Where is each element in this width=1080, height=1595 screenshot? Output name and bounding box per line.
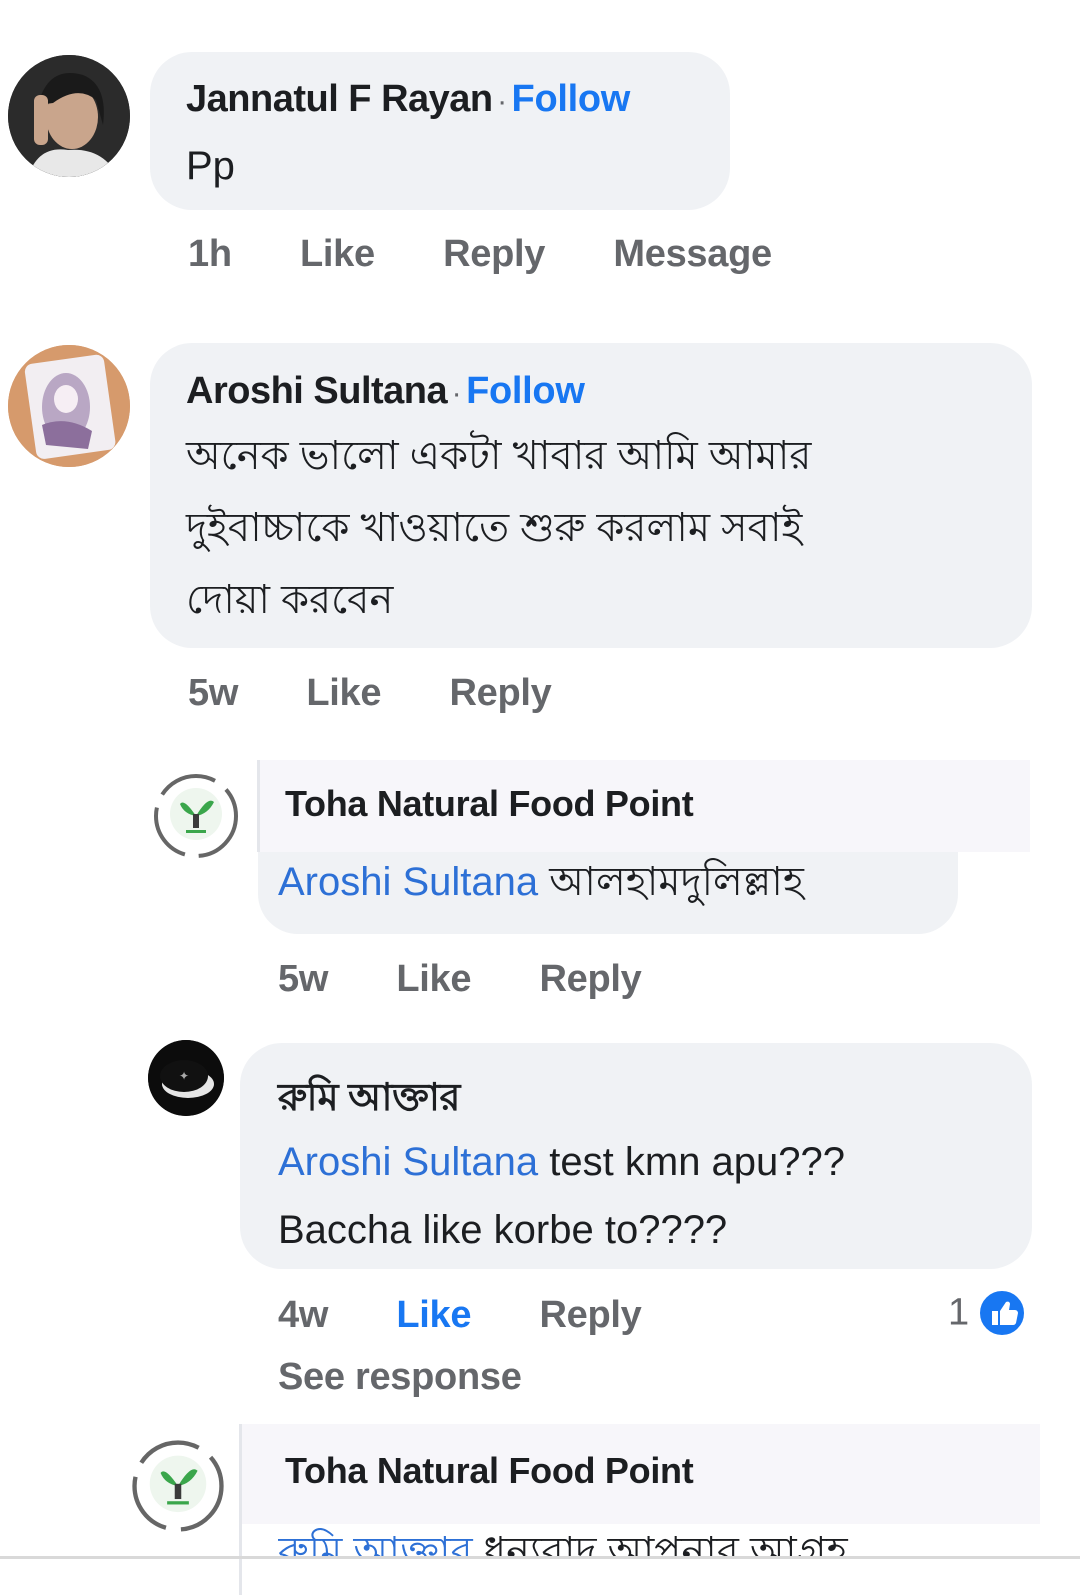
reply-button[interactable]: Reply [449,672,551,714]
follow-button[interactable]: Follow [466,370,585,412]
avatar-rumi[interactable]: ✦ [148,1040,224,1116]
reply-actions: 4w Like Reply [278,1294,699,1337]
message-button[interactable]: Message [613,233,772,275]
reply-text: Aroshi Sultana test kmn apu??? Baccha li… [278,1140,846,1252]
comment-author[interactable]: Aroshi Sultana [186,370,448,412]
like-button[interactable]: Like [396,1294,471,1336]
comment-text: Pp [186,144,235,188]
thumbs-up-icon [977,1289,1026,1337]
mention-link[interactable]: Aroshi Sultana [278,1140,538,1184]
comment-text: অনেক ভালো একটা খাবার আমি আমার দুইবাচ্চাক… [186,420,811,636]
avatar-aroshi[interactable] [8,345,130,467]
comment-text-line: দোয়া করবেন [186,578,394,622]
reaction-summary[interactable]: 1 [948,1289,1026,1337]
comment-actions: 1h Like Reply Message [188,233,830,276]
thread-line [257,760,260,852]
comment-author[interactable]: Jannatul F Rayan [186,78,493,120]
leaf-logo-icon [132,1440,224,1532]
comment-header: Jannatul F Rayan · Follow [186,78,631,120]
person-photo-icon [8,55,130,177]
like-button[interactable]: Like [306,672,381,714]
comment-text-line: অনেক ভালো একটা খাবার আমি আমার [186,434,812,478]
reply-text: রুমি আক্তার ধন্যবাদ আপনার আগ্রহ [278,1522,1018,1556]
comment-header: Aroshi Sultana · Follow [186,370,585,412]
comment-bubble-jannatul [150,52,730,210]
see-response-link[interactable]: See response [278,1356,522,1399]
like-button[interactable]: Like [300,233,375,275]
reply-button[interactable]: Reply [443,233,545,275]
reply-author[interactable]: রুমি আক্তার [278,1068,460,1132]
dark-emblem-icon: ✦ [148,1040,224,1116]
reply-author[interactable]: Toha Natural Food Point [285,783,694,825]
mention-link[interactable]: রুমি আক্তার [278,1530,473,1556]
bottom-divider [0,1556,1080,1559]
comment-timestamp[interactable]: 1h [188,233,232,275]
reply-author[interactable]: Toha Natural Food Point [285,1450,694,1492]
reply-text: Aroshi Sultana আলহামদুলিল্লাহ [278,860,804,904]
reply-text-clip: রুমি আক্তার ধন্যবাদ আপনার আগ্রহ [278,1522,1018,1556]
avatar-toha-page[interactable] [150,770,242,862]
comment-timestamp[interactable]: 5w [188,672,238,714]
avatar-toha-page[interactable] [128,1436,228,1536]
mention-link[interactable]: Aroshi Sultana [278,860,538,904]
svg-text:✦: ✦ [179,1069,189,1083]
thread-line [239,1424,242,1595]
profile-photo-icon [8,345,130,467]
leaf-logo-icon [154,774,238,858]
reply-actions: 5w Like Reply [278,958,699,1001]
like-button[interactable]: Like [396,958,471,1000]
reply-timestamp[interactable]: 5w [278,958,328,1000]
reaction-count: 1 [948,1291,970,1334]
follow-button[interactable]: Follow [512,78,631,120]
comment-actions: 5w Like Reply [188,672,609,715]
reply-button[interactable]: Reply [539,958,641,1000]
comment-text-line: দুইবাচ্চাকে খাওয়াতে শুরু করলাম সবাই [186,506,803,550]
reply-button[interactable]: Reply [539,1294,641,1336]
avatar-jannatul[interactable] [8,55,130,177]
reply-timestamp[interactable]: 4w [278,1294,328,1336]
